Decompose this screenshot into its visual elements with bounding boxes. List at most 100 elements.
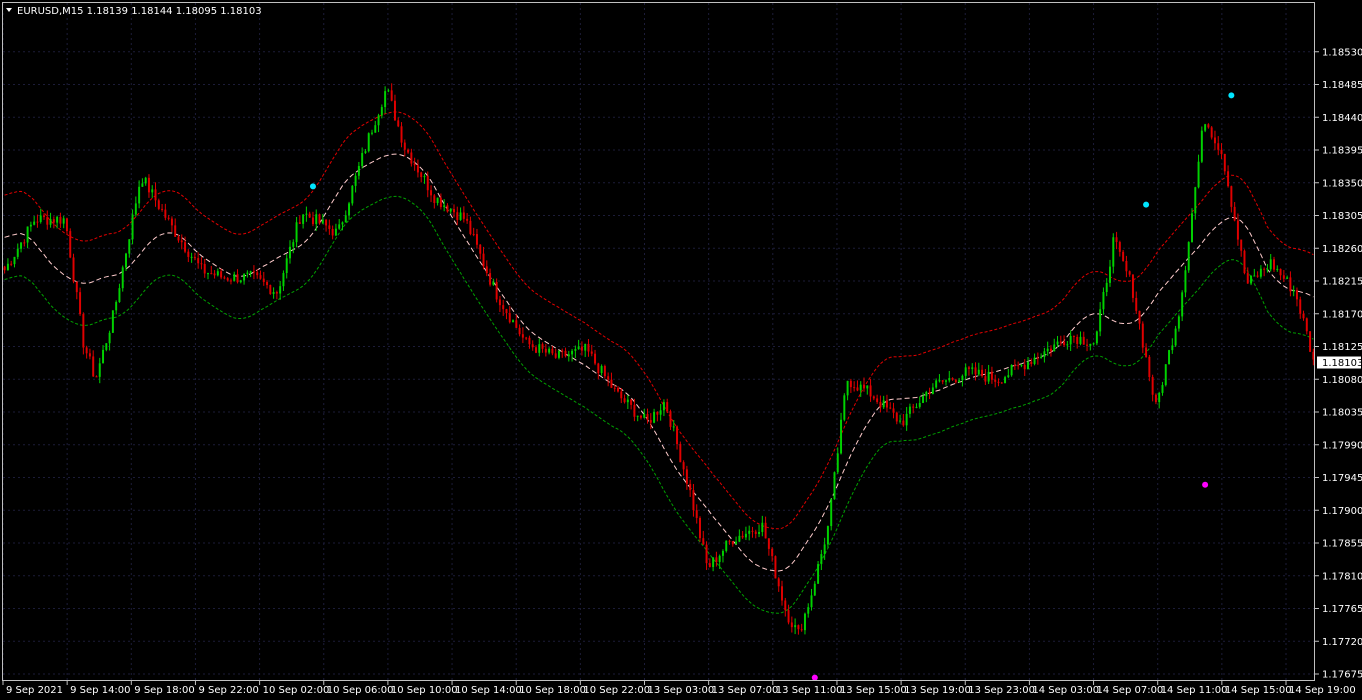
bull-candle [357, 166, 360, 176]
bull-candle [239, 280, 242, 283]
bull-candle [108, 332, 111, 344]
symbol-header[interactable]: EURUSD,M15 1.18139 1.18144 1.18095 1.181… [6, 6, 262, 17]
bear-candle [147, 177, 150, 193]
bull-candle [1010, 365, 1013, 376]
bull-candle [1040, 356, 1043, 359]
bear-candle [403, 142, 406, 150]
bear-candle [541, 344, 544, 349]
bear-candle [521, 334, 524, 338]
bear-candle [1299, 299, 1302, 314]
bear-candle [187, 251, 190, 257]
bull-candle [1184, 270, 1187, 293]
trough-signal-dot [1202, 481, 1209, 488]
bear-candle [1213, 137, 1216, 144]
price-tick-label: 1.18125 [1322, 342, 1362, 353]
bull-candle [1112, 237, 1115, 267]
bear-candle [895, 412, 898, 422]
bull-candle [305, 213, 308, 215]
time-tick-label: 13 Sep 03:00 [648, 685, 715, 696]
bull-candle [836, 453, 839, 473]
time-tick-label: 9 Sep 22:00 [198, 685, 258, 696]
bull-candle [738, 535, 741, 542]
bear-candle [1154, 394, 1157, 403]
price-tick-label: 1.18215 [1322, 277, 1362, 288]
price-tick-label: 1.18260 [1322, 244, 1362, 255]
price-tick-label: 1.18305 [1322, 211, 1362, 222]
bull-candle [859, 384, 862, 391]
bull-candle [846, 380, 849, 396]
bear-candle [997, 381, 1000, 383]
bull-candle [761, 522, 764, 532]
bull-candle [374, 125, 377, 133]
bear-candle [1302, 313, 1305, 319]
bull-candle [302, 214, 305, 224]
bull-candle [712, 557, 715, 567]
bear-candle [65, 218, 68, 232]
bear-candle [75, 281, 78, 293]
bull-candle [813, 583, 816, 596]
bull-candle [1168, 350, 1171, 365]
bull-candle [744, 533, 747, 538]
bear-candle [623, 398, 626, 403]
bear-candle [800, 629, 803, 631]
bull-candle [33, 221, 36, 225]
bear-candle [220, 271, 223, 278]
bull-candle [571, 350, 574, 355]
bull-candle [718, 555, 721, 562]
price-tick-label: 1.18035 [1322, 408, 1362, 419]
bear-candle [498, 299, 501, 306]
bear-candle [1086, 344, 1089, 346]
time-tick-label: 10 Sep 02:00 [263, 685, 330, 696]
price-tick-label: 1.17675 [1322, 670, 1362, 681]
bull-candle [725, 540, 728, 551]
bear-candle [397, 120, 400, 127]
bear-candle [777, 578, 780, 587]
bull-candle [1089, 343, 1092, 346]
bear-candle [1309, 331, 1312, 352]
bear-candle [210, 273, 213, 275]
bull-candle [820, 554, 823, 565]
bear-candle [1115, 237, 1118, 243]
bull-candle [922, 396, 925, 403]
bull-candle [344, 215, 347, 223]
bear-candle [544, 348, 547, 353]
bear-candle [603, 366, 606, 377]
bull-candle [817, 564, 820, 584]
bear-candle [433, 195, 436, 204]
bull-candle [938, 380, 941, 382]
bull-candle [334, 228, 337, 236]
bull-candle [49, 219, 52, 225]
bear-candle [1131, 274, 1134, 298]
price-chart[interactable]: 1.18530 1.18485 1.18440 1.18395 1.18350 1.183… [0, 0, 1362, 700]
bull-candle [659, 410, 662, 415]
bear-candle [184, 242, 187, 252]
bear-candle [43, 215, 45, 218]
bear-candle [639, 415, 642, 418]
bull-candle [915, 406, 918, 408]
bull-candle [492, 281, 495, 285]
bull-candle [1292, 290, 1295, 292]
bear-candle [597, 363, 600, 374]
bull-candle [833, 472, 836, 500]
bull-candle [13, 256, 16, 265]
bear-candle [266, 281, 269, 286]
bear-candle [889, 407, 892, 409]
bull-candle [56, 216, 59, 223]
bear-candle [951, 378, 954, 380]
bear-candle [587, 343, 590, 352]
bull-candle [1177, 316, 1180, 329]
bull-candle [282, 272, 285, 287]
time-tick-label: 14 Sep 07:00 [1097, 685, 1164, 696]
bull-candle [584, 343, 587, 351]
time-tick-label: 13 Sep 19:00 [904, 685, 971, 696]
bear-candle [551, 348, 554, 354]
price-tick-label: 1.17720 [1322, 637, 1362, 648]
bear-candle [505, 309, 508, 314]
bear-candle [489, 273, 492, 285]
bull-candle [315, 214, 318, 225]
bull-candle [423, 176, 426, 178]
bear-candle [154, 189, 157, 201]
bull-candle [1004, 377, 1007, 384]
bear-candle [764, 522, 767, 539]
bear-candle [885, 400, 888, 408]
